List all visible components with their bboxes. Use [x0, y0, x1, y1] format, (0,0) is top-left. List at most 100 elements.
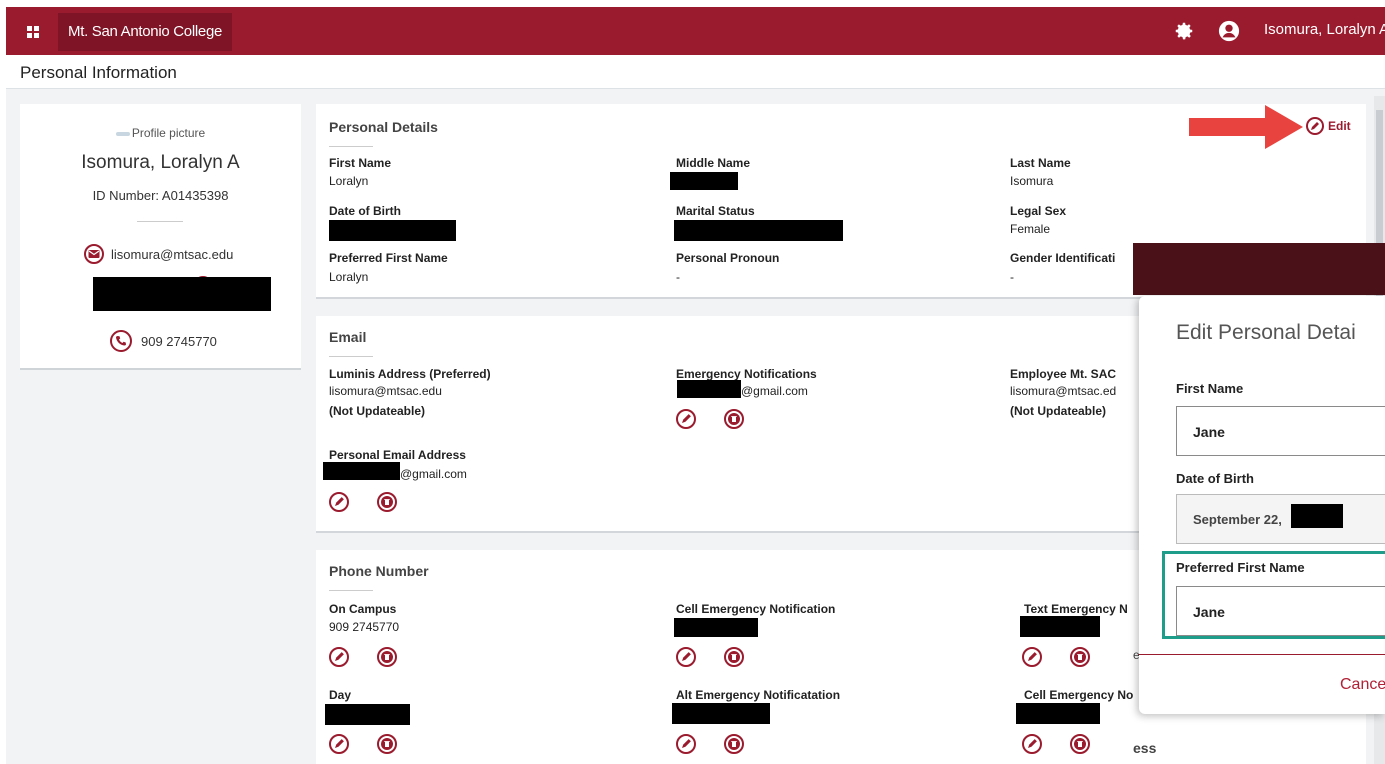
- edit-personal-details-button[interactable]: Edit: [1306, 117, 1351, 135]
- edit-emergency-email-button[interactable]: [676, 409, 696, 429]
- redacted-dob: [329, 220, 456, 241]
- edit-text-emergency-button[interactable]: [1022, 647, 1042, 667]
- dob-label: Date of Birth: [329, 204, 401, 218]
- modal-first-name-input[interactable]: Jane: [1176, 406, 1385, 456]
- gender-label: Gender Identificati: [1010, 251, 1116, 265]
- section-rule: [329, 590, 373, 591]
- app-grid-icon[interactable]: [27, 26, 39, 38]
- user-name[interactable]: Isomura, Loralyn A: [1264, 21, 1385, 38]
- envelope-icon: [84, 244, 104, 264]
- phone-title: Phone Number: [329, 563, 429, 579]
- last-name-label: Last Name: [1010, 156, 1071, 170]
- delete-cell-emergency2-button[interactable]: [1070, 734, 1090, 754]
- section-rule: [329, 146, 373, 147]
- trash-icon: [381, 738, 393, 750]
- modal-cancel-button[interactable]: Cance: [1340, 676, 1385, 694]
- edit-cell-emergency-button[interactable]: [676, 647, 696, 667]
- pencil-icon: [1306, 117, 1324, 135]
- profile-picture: Profile picture: [20, 126, 301, 140]
- edit-on-campus-button[interactable]: [329, 647, 349, 667]
- modal-dob-value: September 22,: [1193, 512, 1282, 527]
- gear-icon[interactable]: [1173, 20, 1195, 42]
- alt-emergency-label: Alt Emergency Notificatation: [676, 688, 841, 702]
- trash-icon: [1074, 651, 1086, 663]
- pencil-icon: [1028, 739, 1037, 748]
- edit-alt-emergency-button[interactable]: [676, 734, 696, 754]
- delete-on-campus-button[interactable]: [377, 647, 397, 667]
- pencil-icon: [682, 652, 691, 661]
- modal-footer-divider: [1139, 654, 1385, 655]
- delete-day-phone-button[interactable]: [377, 734, 397, 754]
- text-emergency-label: Text Emergency N: [1024, 602, 1128, 616]
- cell-emergency-label: Cell Emergency Notification: [676, 602, 836, 616]
- redacted-address: [93, 277, 271, 311]
- red-arrow-annotation: [1189, 105, 1303, 149]
- phone-icon: [110, 330, 132, 352]
- edit-day-phone-button[interactable]: [329, 734, 349, 754]
- emergency-email-label: Emergency Notifications: [676, 367, 817, 381]
- edit-cell-emergency2-button[interactable]: [1022, 734, 1042, 754]
- profile-phone[interactable]: 909 2745770: [110, 330, 217, 352]
- pencil-icon: [335, 652, 344, 661]
- user-avatar-icon[interactable]: [1218, 20, 1240, 42]
- modal-dob-label: Date of Birth: [1176, 471, 1254, 486]
- pencil-icon: [335, 739, 344, 748]
- personal-details-title: Personal Details: [329, 119, 438, 135]
- first-name-label: First Name: [329, 156, 392, 170]
- last-name-value: Isomura: [1010, 174, 1054, 188]
- cell-emergency2-label: Cell Emergency No: [1024, 688, 1134, 702]
- profile-id-number: ID Number: A01435398: [92, 188, 229, 203]
- brand-logo[interactable]: Mt. San Antonio College: [58, 13, 233, 51]
- pronoun-value: -: [676, 270, 680, 284]
- employee-email-label: Employee Mt. SAC: [1010, 367, 1117, 381]
- delete-cell-emergency-button[interactable]: [724, 647, 744, 667]
- on-campus-label: On Campus: [329, 602, 397, 616]
- trash-icon: [728, 738, 740, 750]
- trash-icon: [381, 651, 393, 663]
- redacted-dob-year: [1291, 504, 1343, 528]
- redacted-day-phone: [325, 704, 410, 725]
- profile-phone-text: 909 2745770: [141, 333, 217, 349]
- delete-text-emergency-button[interactable]: [1070, 647, 1090, 667]
- employee-not-updateable: (Not Updateable): [1010, 404, 1106, 418]
- luminis-not-updateable: (Not Updateable): [329, 404, 425, 418]
- profile-name: Isomura, Loralyn A: [81, 152, 240, 173]
- pencil-icon: [682, 414, 691, 423]
- pronoun-label: Personal Pronoun: [676, 251, 780, 265]
- middle-name-label: Middle Name: [676, 156, 751, 170]
- gender-value: -: [1010, 270, 1014, 284]
- legal-sex-label: Legal Sex: [1010, 204, 1067, 218]
- redacted-text-emergency: [1020, 616, 1100, 637]
- employee-email-value: lisomura@mtsac.ed: [1010, 384, 1117, 398]
- pencil-icon: [682, 739, 691, 748]
- preferred-name-value: Loralyn: [329, 270, 369, 284]
- delete-personal-email-button[interactable]: [377, 492, 397, 512]
- day-label: Day: [329, 688, 352, 702]
- profile-divider: [137, 221, 183, 222]
- background-address-fragment: ess: [1133, 740, 1157, 756]
- redacted-middle-name: [670, 172, 738, 190]
- edit-label[interactable]: Edit: [1328, 119, 1351, 133]
- delete-emergency-email-button[interactable]: [724, 409, 744, 429]
- preferred-name-label: Preferred First Name: [329, 251, 448, 265]
- on-campus-value: 909 2745770: [329, 620, 400, 634]
- redacted-cell-emergency2: [1016, 703, 1100, 724]
- redacted-personal-email: [323, 462, 400, 480]
- redacted-cell-emergency: [674, 618, 758, 637]
- edit-personal-email-button[interactable]: [329, 492, 349, 512]
- section-rule: [329, 356, 373, 357]
- modal-dob-input: September 22,: [1176, 494, 1385, 544]
- personal-email-value: @gmail.com: [400, 467, 467, 481]
- pencil-icon: [335, 497, 344, 506]
- page-title: Personal Information: [20, 63, 177, 82]
- redacted-emergency-email: [677, 380, 741, 398]
- luminis-label: Luminis Address (Preferred): [329, 367, 491, 381]
- first-name-value: Loralyn: [329, 174, 369, 188]
- email-title: Email: [329, 329, 367, 345]
- profile-email[interactable]: lisomura@mtsac.edu: [84, 244, 233, 264]
- marital-status-label: Marital Status: [676, 204, 755, 218]
- trash-icon: [1074, 738, 1086, 750]
- profile-email-text[interactable]: lisomura@mtsac.edu: [111, 247, 233, 262]
- delete-alt-emergency-button[interactable]: [724, 734, 744, 754]
- trash-icon: [381, 496, 393, 508]
